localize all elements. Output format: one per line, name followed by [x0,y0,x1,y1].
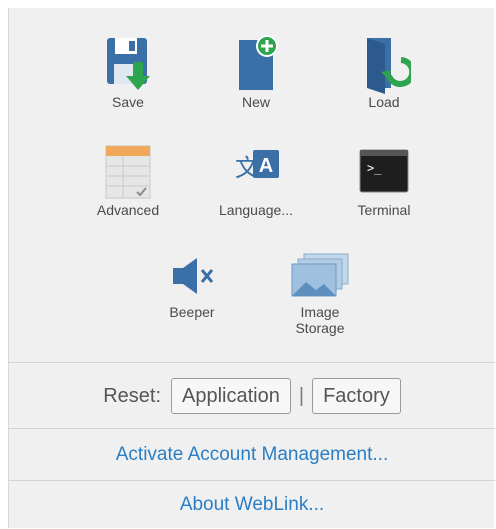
load-label: Load [368,94,400,110]
save-label: Save [112,94,144,110]
load-folder-icon [367,38,411,94]
divider [9,428,495,429]
save-tool[interactable]: Save [73,34,183,110]
advanced-tool[interactable]: Advanced [73,142,183,218]
activate-account-management-link[interactable]: Activate Account Management... [9,432,495,478]
language-tool[interactable]: A 文 Language... [201,142,311,218]
save-disk-icon [107,38,150,90]
terminal-tool[interactable]: >_ Terminal [329,142,439,218]
divider [9,362,495,363]
load-tool[interactable]: Load [329,34,439,110]
svg-text:A: A [259,155,273,177]
terminal-icon: >_ [359,149,409,193]
language-label: Language... [219,202,293,218]
reset-factory-button[interactable]: Factory [312,378,401,414]
svg-text:>_: >_ [367,161,382,175]
language-translate-icon: A 文 [235,150,279,182]
svg-text:文: 文 [235,154,259,182]
tools-panel: Save New Load Advanced A 文 Language... >… [8,8,495,528]
advanced-label: Advanced [96,202,160,218]
image-gallery-icon [291,253,349,297]
beeper-label: Beeper [169,304,215,320]
image-storage-tool[interactable]: Image Storage [265,250,375,336]
speaker-mute-icon [173,258,214,294]
image-storage-label-line1: Image [300,304,340,320]
divider [9,480,495,481]
new-label: New [241,94,270,110]
spreadsheet-icon [105,145,151,199]
image-storage-label-line2: Storage [295,320,345,336]
beeper-tool[interactable]: Beeper [137,250,247,320]
terminal-label: Terminal [357,202,411,218]
reset-application-button[interactable]: Application [171,378,291,414]
reset-label: Reset: [103,384,162,407]
reset-row: Reset: Application | Factory [9,364,495,428]
new-document-icon [239,35,278,90]
reset-separator: | [298,384,305,407]
about-weblink-link[interactable]: About WebLink... [9,482,495,528]
new-tool[interactable]: New [201,34,311,110]
tool-grid: Save New Load Advanced A 文 Language... >… [9,8,495,360]
